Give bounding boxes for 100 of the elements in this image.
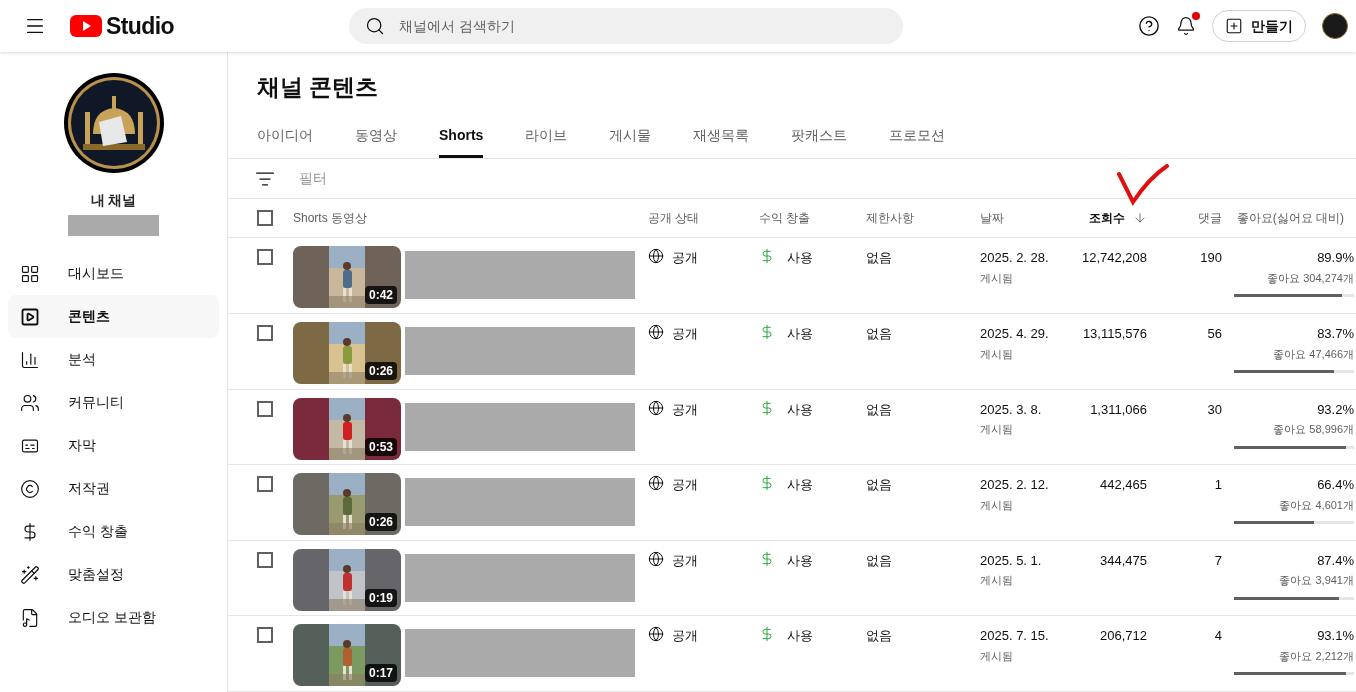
- tab[interactable]: Shorts: [439, 116, 484, 158]
- monetization-text: 사용: [787, 249, 813, 268]
- tab[interactable]: 아이디어: [257, 116, 313, 158]
- dollar-icon: [759, 626, 775, 643]
- sidebar-item[interactable]: 대시보드: [8, 252, 219, 295]
- globe-icon: [648, 399, 664, 416]
- views-text: 442,465: [1100, 476, 1147, 495]
- sidebar-item[interactable]: 저작권: [8, 467, 219, 510]
- duration-badge: 0:26: [364, 513, 397, 532]
- column-header[interactable]: 댓글: [1159, 209, 1234, 228]
- sidebar-item[interactable]: 콘텐츠: [8, 295, 219, 338]
- tab[interactable]: 프로모션: [889, 116, 946, 158]
- checkbox[interactable]: [257, 551, 273, 568]
- globe-icon: [648, 248, 664, 265]
- likes-count: 좋아요 3,941개: [1279, 573, 1354, 589]
- monetization-text: 사용: [787, 325, 813, 344]
- dollar-icon: [759, 324, 775, 341]
- checkbox[interactable]: [257, 627, 273, 644]
- sidebar-item[interactable]: 맞춤설정: [8, 553, 219, 596]
- duration-badge: 0:26: [364, 362, 397, 381]
- restrictions-text: 없음: [866, 401, 892, 417]
- restrictions-text: 없음: [866, 326, 892, 342]
- date-text: 2025. 5. 1.: [980, 551, 1043, 570]
- date-text: 2025. 3. 8.: [980, 400, 1043, 419]
- monetization-text: 사용: [787, 476, 813, 495]
- column-header[interactable]: 좋아요(싫어요 대비): [1234, 209, 1356, 228]
- sort-arrow-icon: [1133, 211, 1147, 226]
- date-status: 게시됨: [980, 648, 1014, 664]
- dashboard-icon: [20, 263, 40, 284]
- search-icon: [365, 16, 386, 36]
- globe-icon: [648, 626, 664, 643]
- date-text: 2025. 2. 28.: [980, 249, 1050, 268]
- video-icon: [20, 306, 40, 327]
- search-field[interactable]: 채널에서 검색하기: [349, 8, 904, 44]
- likes-count: 좋아요 304,274개: [1267, 270, 1354, 286]
- like-ratio: 93.2%: [1317, 400, 1354, 419]
- date-status: 게시됨: [980, 497, 1014, 513]
- bell-icon: [1176, 16, 1196, 36]
- tab[interactable]: 게시물: [609, 116, 652, 158]
- magic-wand-icon: [20, 564, 40, 585]
- like-ratio: 93.1%: [1317, 627, 1354, 646]
- visibility-text: 공개: [672, 476, 698, 495]
- column-header[interactable]: Shorts 동영상: [293, 209, 648, 228]
- views-text: 206,712: [1100, 627, 1147, 646]
- checkbox[interactable]: [257, 249, 273, 266]
- sidebar-item[interactable]: 자막: [8, 424, 219, 467]
- sidebar-item[interactable]: 오디오 보관함: [8, 596, 219, 639]
- checkbox[interactable]: [257, 325, 273, 342]
- comments-text: 4: [1214, 627, 1222, 646]
- views-text: 1,311,066: [1090, 400, 1147, 419]
- account-avatar[interactable]: [1322, 13, 1348, 39]
- column-header[interactable]: 제한사항: [866, 209, 980, 228]
- checkbox[interactable]: [257, 476, 273, 493]
- checkbox[interactable]: [257, 400, 273, 417]
- channel-avatar[interactable]: [62, 72, 165, 174]
- monetization-text: 사용: [787, 627, 813, 646]
- sidebar-item[interactable]: 수익 창출: [8, 510, 219, 553]
- date-status: 게시됨: [980, 573, 1014, 589]
- tab[interactable]: 라이브: [525, 116, 568, 158]
- sidebar-item[interactable]: 분석: [8, 338, 219, 381]
- column-header[interactable]: 조회수: [1074, 209, 1159, 228]
- add-video-icon: [1225, 17, 1243, 35]
- like-ratio: 87.4%: [1317, 551, 1354, 570]
- dollar-icon: [759, 248, 775, 265]
- logo-play-icon: [70, 15, 102, 37]
- checkbox[interactable]: [257, 210, 273, 227]
- monetization-text: 사용: [787, 400, 813, 419]
- date-status: 게시됨: [980, 270, 1014, 286]
- restrictions-text: 없음: [866, 628, 892, 644]
- comments-text: 56: [1207, 325, 1222, 344]
- duration-badge: 0:42: [364, 286, 397, 305]
- globe-icon: [648, 475, 664, 492]
- help-button[interactable]: [1138, 15, 1160, 37]
- visibility-text: 공개: [672, 325, 698, 344]
- copyright-icon: [20, 478, 40, 499]
- page-title: 채널 콘텐츠: [257, 73, 380, 102]
- comments-text: 7: [1214, 551, 1222, 570]
- monetization-text: 사용: [787, 551, 813, 570]
- tab[interactable]: 재생목록: [693, 116, 750, 158]
- date-text: 2025. 7. 15.: [980, 627, 1050, 646]
- column-header[interactable]: 공개 상태: [648, 209, 759, 228]
- comments-text: 30: [1207, 400, 1222, 419]
- dollar-icon: [759, 550, 775, 567]
- tab[interactable]: 팟캐스트: [791, 116, 848, 158]
- filter-field[interactable]: 필터: [299, 168, 599, 190]
- sidebar-item[interactable]: 커뮤니티: [8, 381, 219, 424]
- comments-text: 1: [1214, 476, 1222, 495]
- column-header[interactable]: 수익 창출: [759, 209, 866, 228]
- logo-text: Studio: [106, 11, 175, 41]
- likes-count: 좋아요 47,466개: [1273, 346, 1354, 362]
- date-status: 게시됨: [980, 346, 1014, 362]
- tab[interactable]: 동영상: [355, 116, 397, 158]
- date-status: 게시됨: [980, 422, 1014, 438]
- column-header[interactable]: 날짜: [980, 209, 1074, 228]
- likes-count: 좋아요 2,212개: [1279, 648, 1354, 664]
- help-icon: [1138, 15, 1160, 37]
- people-icon: [20, 392, 40, 413]
- views-text: 12,742,208: [1081, 249, 1147, 268]
- channel-label: 내 채널: [90, 191, 137, 210]
- visibility-text: 공개: [672, 400, 698, 419]
